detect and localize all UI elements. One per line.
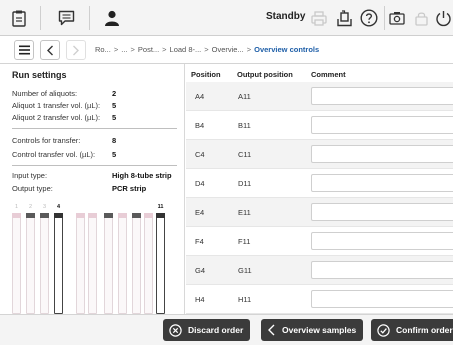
tube-strip: [132, 213, 141, 314]
tray-upload-icon[interactable]: [333, 4, 355, 32]
power-icon[interactable]: [434, 4, 453, 32]
breadcrumb-item[interactable]: Post...: [138, 45, 159, 54]
comment-input[interactable]: [311, 87, 453, 105]
confirm-order-button[interactable]: Confirm order: [371, 319, 453, 341]
top-toolbar: Standby: [0, 0, 453, 36]
breadcrumb-item[interactable]: Ro...: [95, 45, 111, 54]
tube-number: 2: [28, 204, 33, 210]
tube-number: 3: [42, 204, 47, 210]
table-header: Position Output position Comment: [186, 64, 453, 82]
column-header-comment: Comment: [311, 70, 346, 79]
user-icon[interactable]: [101, 4, 123, 32]
table-row: A4 A11: [186, 82, 453, 111]
camera-icon[interactable]: [386, 4, 408, 32]
table-row: E4 E11: [186, 198, 453, 227]
tube-strip: [104, 213, 113, 314]
comment-input[interactable]: [311, 174, 453, 192]
tube-strip-selected: [156, 213, 165, 314]
run-settings-title: Run settings: [12, 70, 67, 80]
table-row: C4 C11: [186, 140, 453, 169]
run-settings-panel: Run settings Number of aliquots: 2 Aliqu…: [0, 64, 185, 314]
tube-strip: [144, 213, 153, 314]
breadcrumb-item[interactable]: ...: [121, 45, 127, 54]
forward-button[interactable]: [66, 40, 86, 60]
help-icon[interactable]: [358, 4, 380, 32]
comment-input[interactable]: [311, 261, 453, 279]
breadcrumb-item[interactable]: Load 8-...: [170, 45, 202, 54]
controls-for-transfer: Controls for transfer: 8: [12, 136, 117, 145]
discard-order-button[interactable]: Discard order: [163, 319, 251, 341]
comment-input[interactable]: [311, 232, 453, 250]
navigation-bar: Ro... >... > Post... > Load 8-... > Overvie... >…: [0, 37, 453, 64]
hamburger-icon: [18, 45, 30, 55]
tube-strip: [40, 213, 49, 314]
column-header-position: Position: [191, 70, 221, 79]
tube-strip: [26, 213, 35, 314]
back-button[interactable]: [40, 40, 60, 60]
tube-number: 11: [157, 204, 164, 210]
comment-input[interactable]: [311, 290, 453, 308]
breadcrumb: Ro... >... > Post... > Load 8-... > Overvie... >…: [95, 45, 320, 54]
breadcrumb-item[interactable]: Overvie...: [212, 45, 244, 54]
column-header-output-position: Output position: [237, 70, 293, 79]
clipboard-icon[interactable]: [8, 4, 30, 32]
table-row: H4 H11: [186, 285, 453, 314]
menu-button[interactable]: [14, 40, 34, 60]
control-transfer-volume: Control transfer vol. (µL): 5: [12, 150, 117, 159]
tube-strip-selected: [54, 213, 63, 314]
table-row: G4 G11: [186, 256, 453, 285]
aliquot-1-volume: Aliquot 1 transfer vol. (µL): 5: [12, 101, 117, 110]
chevron-right-icon: [73, 45, 79, 55]
breadcrumb-current: Overview controls: [254, 45, 320, 54]
comment-input[interactable]: [311, 203, 453, 221]
check-circle-icon: [377, 323, 390, 337]
message-icon[interactable]: [55, 4, 77, 32]
table-row: D4 D11: [186, 169, 453, 198]
tube-strip: [88, 213, 97, 314]
input-type: Input type: High 8-tube strip: [12, 171, 172, 180]
tube-number: 1: [14, 204, 19, 210]
overview-samples-button[interactable]: Overview samples: [261, 319, 364, 341]
table-row: F4 F11: [186, 227, 453, 256]
divider: [12, 128, 177, 129]
chevron-left-icon: [47, 45, 53, 55]
printer-icon: [308, 4, 330, 32]
tube-strip: [12, 213, 21, 314]
standby-label[interactable]: Standby: [266, 11, 305, 22]
tube-strip: [76, 213, 85, 314]
table-row: B4 B11: [186, 111, 453, 140]
tube-strip: [118, 213, 127, 314]
tube-rack-diagram: 1 2 3 4 11: [12, 204, 182, 316]
bottom-action-bar: Discard order Overview samples Confirm o…: [0, 314, 453, 345]
comment-input[interactable]: [311, 145, 453, 163]
divider: [12, 165, 177, 166]
output-type: Output type: PCR strip: [12, 184, 147, 193]
tube-number: 4: [56, 204, 61, 210]
comment-input[interactable]: [311, 116, 453, 134]
aliquot-2-volume: Aliquot 2 transfer vol. (µL): 5: [12, 113, 117, 122]
close-circle-icon: [169, 323, 182, 337]
chevron-left-icon: [267, 324, 276, 336]
number-of-aliquots: Number of aliquots: 2: [12, 89, 117, 98]
lock-icon: [410, 4, 432, 32]
